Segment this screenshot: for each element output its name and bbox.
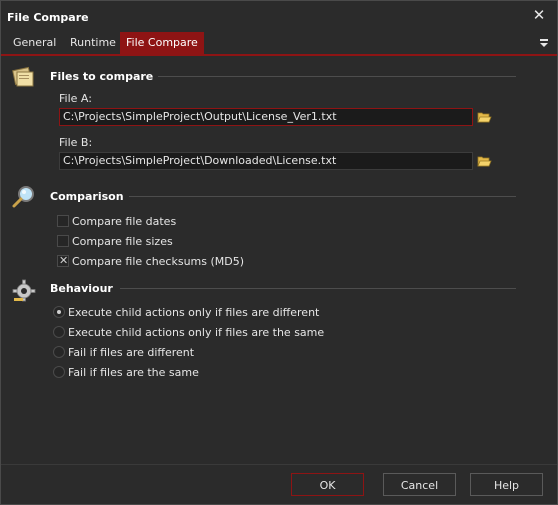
gear-icon	[11, 276, 37, 302]
compare-dates-checkbox[interactable]	[57, 215, 69, 227]
help-button[interactable]: Help	[470, 473, 543, 496]
compare-sizes-checkbox[interactable]	[57, 235, 69, 247]
magnifier-icon	[11, 184, 37, 210]
fail-if-same-label: Fail if files are the same	[68, 366, 199, 379]
cancel-button[interactable]: Cancel	[383, 473, 456, 496]
file-b-input[interactable]: C:\Projects\SimpleProject\Downloaded\Lic…	[59, 152, 473, 170]
file-a-label: File A:	[59, 92, 92, 105]
tab-runtime[interactable]: Runtime	[64, 32, 122, 54]
title-bar: File Compare ✕	[1, 1, 557, 32]
file-a-input[interactable]: C:\Projects\SimpleProject\Output\License…	[59, 108, 473, 126]
radio-fail-if-same[interactable]	[53, 366, 65, 378]
comparison-section-divider	[129, 196, 516, 197]
radio-execute-if-same[interactable]	[53, 326, 65, 338]
folder-open-icon	[477, 112, 492, 123]
behaviour-section-divider	[120, 288, 516, 289]
ok-button[interactable]: OK	[291, 473, 364, 496]
tab-bar: General Runtime File Compare	[1, 32, 557, 54]
radio-execute-if-different[interactable]	[53, 306, 65, 318]
compare-checksums-label: Compare file checksums (MD5)	[72, 255, 245, 268]
tab-file-compare[interactable]: File Compare	[120, 32, 204, 54]
compare-dates-label: Compare file dates	[72, 215, 177, 228]
fail-if-different-label: Fail if files are different	[68, 346, 195, 359]
file-compare-panel: Files to compare File A: C:\Projects\Sim…	[3, 56, 555, 464]
execute-if-different-label: Execute child actions only if files are …	[68, 306, 320, 319]
compare-checksums-checkbox[interactable]: ✕	[57, 254, 69, 267]
compare-sizes-label: Compare file sizes	[72, 235, 173, 248]
radio-fail-if-different[interactable]	[53, 346, 65, 358]
file-b-browse-button[interactable]	[476, 153, 492, 169]
comparison-section-title: Comparison	[50, 190, 124, 203]
folder-files-icon	[11, 64, 37, 90]
files-section-title: Files to compare	[50, 70, 154, 83]
file-b-label: File B:	[59, 136, 93, 149]
window-title: File Compare	[7, 11, 89, 24]
radio-selected-dot	[57, 310, 61, 314]
checkmark-icon: ✕	[59, 254, 69, 267]
tab-general[interactable]: General	[7, 32, 62, 54]
menu-icon[interactable]	[537, 36, 551, 50]
behaviour-section-title: Behaviour	[50, 282, 113, 295]
file-a-browse-button[interactable]	[476, 109, 492, 125]
files-section-divider	[158, 76, 516, 77]
execute-if-same-label: Execute child actions only if files are …	[68, 326, 325, 339]
folder-open-icon	[477, 156, 492, 167]
close-icon[interactable]: ✕	[531, 7, 547, 23]
file-compare-dialog: File Compare ✕ General Runtime File Comp…	[0, 0, 558, 505]
dialog-footer: OK Cancel Help	[1, 464, 557, 504]
